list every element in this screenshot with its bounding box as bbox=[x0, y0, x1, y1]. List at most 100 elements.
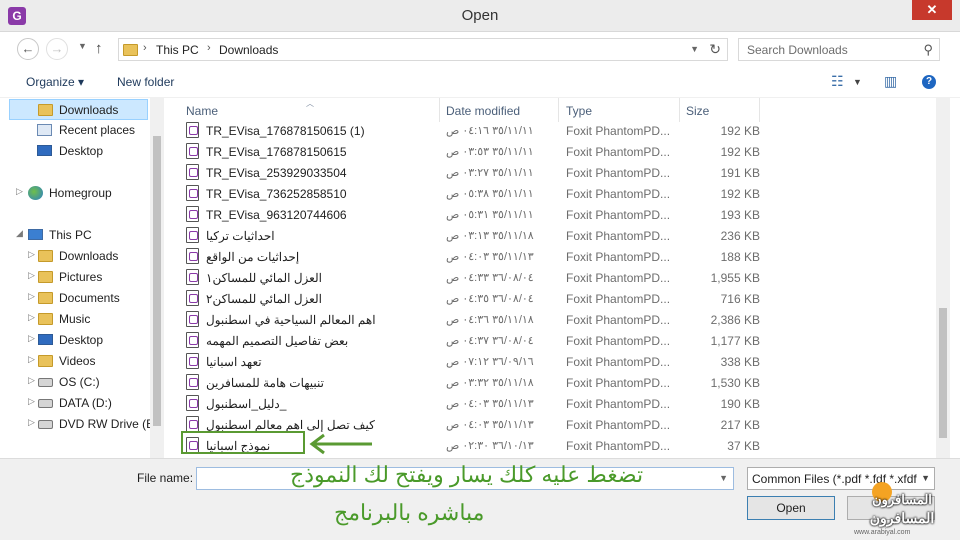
expand-icon[interactable]: ▷ bbox=[28, 270, 35, 281]
organize-button[interactable]: Organize ▾ bbox=[26, 75, 84, 89]
sidebar-item-os-c[interactable]: ▷ OS (C:) bbox=[0, 372, 150, 393]
sidebar-item-this-pc[interactable]: ◢ This PC bbox=[0, 225, 150, 246]
file-type: Foxit PhantomPD... bbox=[566, 229, 671, 243]
file-row[interactable]: العزل المائي للمساكن٢ ٣٦/٠٨/٠٤ ٠٤:٣٥ ص Fox… bbox=[180, 288, 922, 309]
sidebar-item-pictures[interactable]: ▷ Pictures bbox=[0, 267, 150, 288]
search-input[interactable]: Search Downloads ⚲ bbox=[738, 38, 940, 61]
scrollbar-thumb[interactable] bbox=[153, 136, 161, 426]
back-button[interactable]: ← bbox=[17, 38, 39, 60]
sidebar-item-videos[interactable]: ▷ Videos bbox=[0, 351, 150, 372]
file-name: TR_EVisa_736252858510 bbox=[206, 187, 347, 201]
search-icon: ⚲ bbox=[923, 42, 933, 57]
file-size: 193 KB bbox=[720, 208, 760, 222]
expand-icon[interactable]: ▷ bbox=[28, 312, 35, 323]
file-name: احداثيات تركيا bbox=[206, 229, 275, 243]
pdf-file-icon bbox=[186, 143, 199, 159]
sidebar-item-label: Homegroup bbox=[49, 186, 112, 200]
recent-icon bbox=[37, 124, 52, 136]
expand-icon[interactable]: ▷ bbox=[28, 375, 35, 386]
forward-button[interactable]: → bbox=[46, 38, 68, 60]
file-size: 192 KB bbox=[720, 145, 760, 159]
file-name: تنبيهات هامة للمسافرين bbox=[206, 376, 324, 390]
breadcrumb-downloads[interactable]: Downloads bbox=[219, 43, 278, 57]
up-button[interactable]: ↑ bbox=[95, 40, 103, 57]
file-row[interactable]: بعض تفاصيل التصميم المهمه ٣٦/٠٨/٠٤ ٠٤:٣٧ … bbox=[180, 330, 922, 351]
dvd-icon bbox=[38, 420, 53, 429]
file-size: 236 KB bbox=[720, 229, 760, 243]
file-name: تعهد اسبانيا bbox=[206, 355, 262, 369]
expand-icon[interactable]: ▷ bbox=[28, 396, 35, 407]
column-header-name[interactable]: Name bbox=[186, 104, 218, 118]
column-header-date[interactable]: Date modified bbox=[446, 104, 520, 118]
pdf-file-icon bbox=[186, 416, 199, 432]
sidebar-item-documents[interactable]: ▷ Documents bbox=[0, 288, 150, 309]
column-divider[interactable] bbox=[679, 98, 680, 122]
file-size: 191 KB bbox=[720, 166, 760, 180]
file-list: ︿ Name Date modified Type Size TR_EVisa_… bbox=[172, 98, 936, 458]
file-row[interactable]: تعهد اسبانيا ٣٦/٠٩/١٦ ٠٧:١٢ ص Foxit Phanto… bbox=[180, 351, 922, 372]
sidebar-item-music[interactable]: ▷ Music bbox=[0, 309, 150, 330]
collapse-icon[interactable]: ◢ bbox=[16, 228, 23, 239]
file-date-modified: ٣٥/١١/١٨ ٠٣:١٣ ص bbox=[446, 230, 534, 242]
navigation-scrollbar[interactable] bbox=[150, 98, 164, 458]
sort-ascending-icon: ︿ bbox=[306, 99, 314, 108]
file-size: 190 KB bbox=[720, 397, 760, 411]
recent-locations-dropdown[interactable]: ▼ bbox=[78, 41, 87, 51]
expand-icon[interactable]: ▷ bbox=[28, 333, 35, 344]
file-row[interactable]: TR_EVisa_736252858510 ٣٥/١١/١١ ٠٥:٣٨ ص Fox… bbox=[180, 183, 922, 204]
address-bar[interactable]: › This PC › Downloads ▼ ↻ bbox=[118, 38, 728, 61]
column-divider[interactable] bbox=[759, 98, 760, 122]
folder-icon bbox=[38, 271, 53, 283]
chevron-down-icon[interactable]: ▼ bbox=[719, 473, 728, 483]
pdf-file-icon bbox=[186, 353, 199, 369]
file-row[interactable]: اهم المعالم السياحية في اسطنبول ٣٥/١١/١٨ … bbox=[180, 309, 922, 330]
file-row[interactable]: العزل المائي للمساكن١ ٣٦/٠٨/٠٤ ٠٤:٣٣ ص Fox… bbox=[180, 267, 922, 288]
expand-icon[interactable]: ▷ bbox=[28, 354, 35, 365]
file-type: Foxit PhantomPD... bbox=[566, 376, 671, 390]
view-options-icon[interactable]: ☷ bbox=[831, 73, 844, 90]
file-row[interactable]: TR_EVisa_963120744606 ٣٥/١١/١١ ٠٥:٣١ ص Fox… bbox=[180, 204, 922, 225]
sidebar-item-downloads[interactable]: ▷ Downloads bbox=[0, 246, 150, 267]
sidebar-item-downloads-fav[interactable]: Downloads bbox=[9, 99, 148, 120]
sidebar-item-desktop[interactable]: ▷ Desktop bbox=[0, 330, 150, 351]
close-button[interactable]: ✕ bbox=[912, 0, 952, 20]
watermark-text-2: المسافرون bbox=[869, 510, 935, 526]
file-row[interactable]: احداثيات تركيا ٣٥/١١/١٨ ٠٣:١٣ ص Foxit Phan… bbox=[180, 225, 922, 246]
sidebar-item-recent-places[interactable]: Recent places bbox=[0, 120, 150, 141]
sidebar-item-label: Videos bbox=[59, 354, 96, 368]
expand-icon[interactable]: ▷ bbox=[16, 186, 23, 197]
breadcrumb-this-pc[interactable]: This PC bbox=[156, 43, 199, 57]
expand-icon[interactable]: ▷ bbox=[28, 249, 35, 260]
pdf-file-icon bbox=[186, 269, 199, 285]
column-divider[interactable] bbox=[558, 98, 559, 122]
file-type: Foxit PhantomPD... bbox=[566, 355, 671, 369]
file-type: Foxit PhantomPD... bbox=[566, 124, 671, 138]
column-header-type[interactable]: Type bbox=[566, 104, 592, 118]
file-row[interactable]: إحداثيات من الواقع ٣٥/١١/١٣ ٠٤:٠٣ ص Foxit … bbox=[180, 246, 922, 267]
column-divider[interactable] bbox=[439, 98, 440, 122]
pdf-file-icon bbox=[186, 206, 199, 222]
view-dropdown[interactable]: ▼ bbox=[853, 77, 862, 87]
file-row[interactable]: TR_EVisa_176878150615 ٣٥/١١/١١ ٠٣:٥٣ ص Fox… bbox=[180, 141, 922, 162]
scrollbar-thumb[interactable] bbox=[939, 308, 947, 438]
sidebar-item-homegroup[interactable]: ▷ Homegroup bbox=[0, 183, 150, 204]
expand-icon[interactable]: ▷ bbox=[28, 291, 35, 302]
file-row[interactable]: TR_EVisa_253929033504 ٣٥/١١/١١ ٠٣:٢٧ ص Fox… bbox=[180, 162, 922, 183]
sidebar-item-dvd-e[interactable]: ▷ DVD RW Drive (E: bbox=[0, 414, 157, 435]
refresh-icon[interactable]: ↻ bbox=[709, 41, 721, 58]
open-button[interactable]: Open bbox=[747, 496, 835, 520]
file-list-scrollbar[interactable] bbox=[936, 98, 950, 458]
file-type: Foxit PhantomPD... bbox=[566, 187, 671, 201]
file-row[interactable]: دليل_اسطنبول_ ٣٥/١١/١٣ ٠٤:٠٣ ص Foxit Phant… bbox=[180, 393, 922, 414]
help-icon[interactable]: ? bbox=[922, 75, 936, 89]
sidebar-item-desktop-fav[interactable]: Desktop bbox=[0, 141, 150, 162]
address-dropdown[interactable]: ▼ bbox=[690, 44, 699, 54]
file-row[interactable]: TR_EVisa_176878150615 (1) ٣٥/١١/١١ ٠٤:١٦ … bbox=[180, 120, 922, 141]
new-folder-button[interactable]: New folder bbox=[117, 75, 174, 89]
command-bar: Organize ▾ New folder ☷ ▼ ▥ ? bbox=[0, 66, 960, 98]
sidebar-item-data-d[interactable]: ▷ DATA (D:) bbox=[0, 393, 150, 414]
preview-pane-icon[interactable]: ▥ bbox=[884, 73, 897, 90]
column-header-size[interactable]: Size bbox=[686, 104, 709, 118]
expand-icon[interactable]: ▷ bbox=[28, 417, 35, 428]
file-row[interactable]: تنبيهات هامة للمسافرين ٣٥/١١/١٨ ٠٣:٣٢ ص Fo… bbox=[180, 372, 922, 393]
